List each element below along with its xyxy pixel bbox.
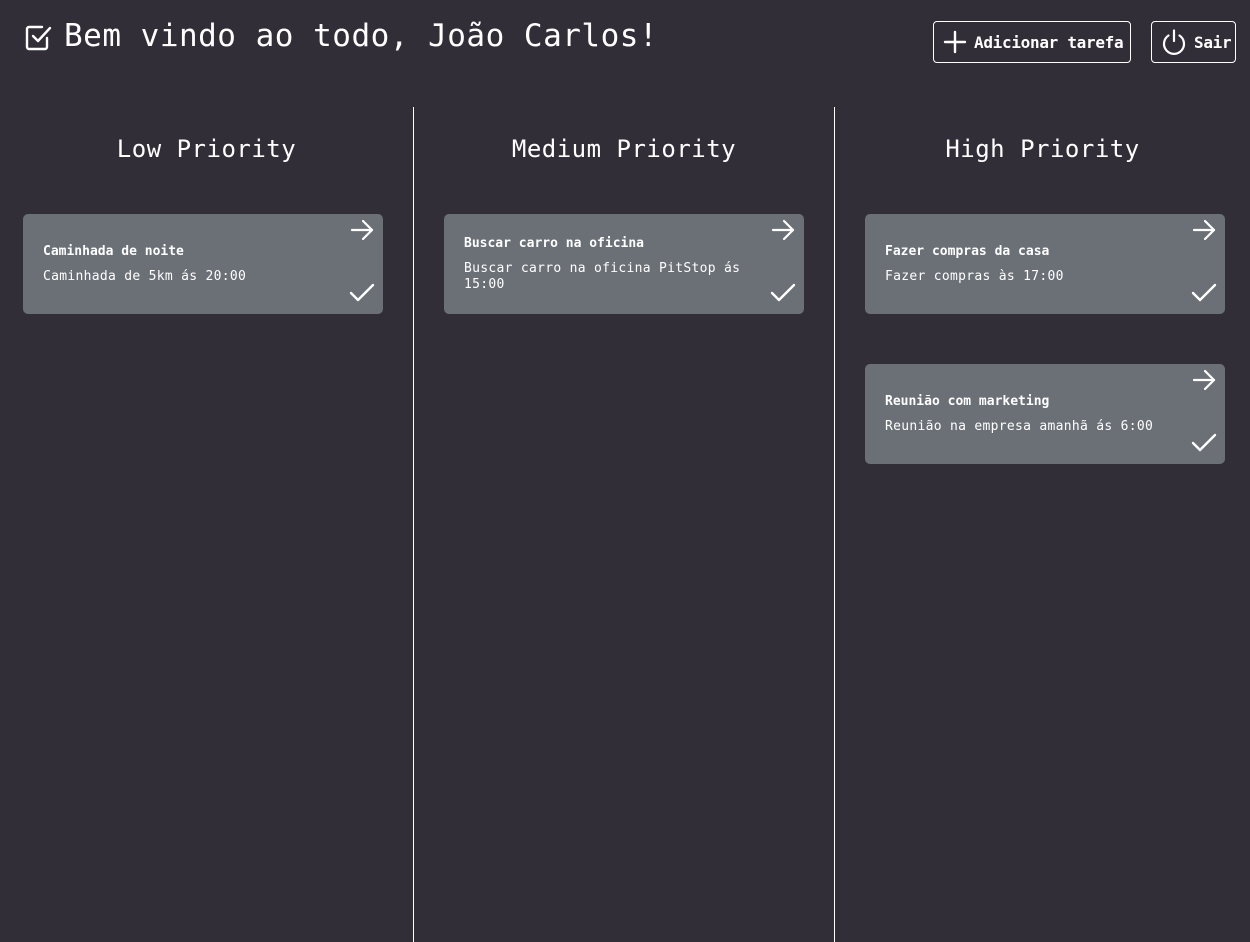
task-title: Buscar carro na oficina (464, 236, 645, 251)
check-icon[interactable] (1190, 431, 1218, 455)
check-square-icon (25, 25, 52, 51)
task-card: Buscar carro na oficina Buscar carro na … (444, 214, 804, 314)
task-card: Reunião com marketing Reunião na empresa… (865, 364, 1225, 464)
power-icon (1162, 29, 1186, 55)
column-high-priority: High Priority Fazer compras da casa Faze… (834, 107, 1250, 942)
task-card: Caminhada de noite Caminhada de 5km ás 2… (23, 214, 383, 314)
check-icon[interactable] (348, 281, 376, 305)
column-title: High Priority (945, 135, 1140, 163)
arrow-right-icon[interactable] (771, 218, 795, 242)
add-task-label: Adicionar tarefa (974, 32, 1124, 52)
column-title: Low Priority (116, 135, 297, 163)
column-low-priority: Low Priority Caminhada de noite Caminhad… (0, 107, 413, 942)
task-description: Reunião na empresa amanhã ás 6:00 (885, 419, 1154, 434)
check-icon[interactable] (769, 281, 797, 305)
column-title: Medium Priority (511, 135, 737, 163)
task-card: Fazer compras da casa Fazer compras às 1… (865, 214, 1225, 314)
plus-icon (943, 30, 967, 54)
arrow-right-icon[interactable] (1192, 218, 1216, 242)
welcome-title: Bem vindo ao todo, João Carlos! (64, 18, 659, 54)
exit-button[interactable]: Sair (1151, 21, 1236, 63)
add-task-button[interactable]: Adicionar tarefa (933, 21, 1131, 63)
arrow-right-icon[interactable] (350, 218, 374, 242)
task-description: Caminhada de 5km ás 20:00 (43, 269, 247, 284)
header: Bem vindo ao todo, João Carlos! Adiciona… (0, 0, 1250, 86)
column-medium-priority: Medium Priority Buscar carro na oficina … (413, 107, 834, 942)
task-description: Fazer compras às 17:00 (885, 269, 1064, 284)
task-description: Buscar carro na oficina PitStop ás 15:00 (464, 261, 741, 292)
exit-label: Sair (1194, 32, 1232, 52)
check-icon[interactable] (1190, 281, 1218, 305)
task-title: Reunião com marketing (885, 394, 1050, 409)
task-title: Caminhada de noite (43, 244, 184, 259)
task-title: Fazer compras da casa (885, 244, 1050, 259)
arrow-right-icon[interactable] (1192, 368, 1216, 392)
